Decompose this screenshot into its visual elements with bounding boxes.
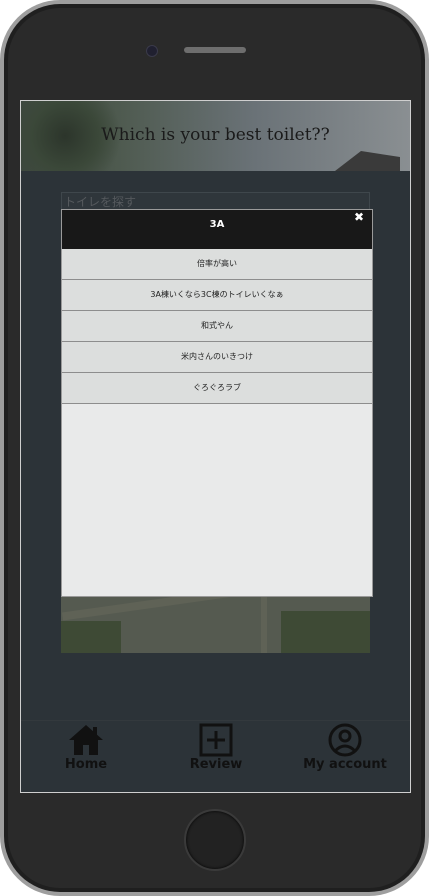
camera-icon — [146, 45, 158, 57]
modal-title: 3A — [209, 219, 225, 230]
review-list: 倍率が高い 3A棟いくなら3C棟のトイレいくなぁ 和式やん 米内さんのいきつけ … — [62, 249, 372, 404]
nav-home-label: Home — [64, 757, 108, 772]
nav-account-label: My account — [303, 757, 387, 772]
page-title: Which is your best toilet?? — [101, 125, 330, 145]
speaker-grill — [184, 47, 246, 53]
toilet-detail-modal: 3A ✖ 倍率が高い 3A棟いくなら3C棟のトイレいくなぁ 和式やん 米内さんの… — [61, 209, 373, 597]
plus-square-icon — [199, 723, 233, 757]
list-item[interactable]: 倍率が高い — [62, 249, 372, 280]
bottom-nav: Home Review My account — [21, 720, 410, 792]
list-item[interactable]: 和式やん — [62, 311, 372, 342]
home-button[interactable] — [184, 809, 246, 871]
close-icon[interactable]: ✖ — [354, 210, 364, 224]
home-icon — [69, 725, 103, 755]
list-item[interactable]: 米内さんのいきつけ — [62, 342, 372, 373]
search-input[interactable]: トイレを探す — [61, 192, 370, 210]
hero-banner: Which is your best toilet?? — [21, 101, 410, 171]
modal-header: 3A ✖ — [62, 210, 372, 249]
app-screen: Which is your best toilet?? トイレを探す 3A ✖ … — [20, 100, 411, 793]
list-item[interactable]: ぐろぐろラブ — [62, 373, 372, 404]
phone-frame: Which is your best toilet?? トイレを探す 3A ✖ … — [0, 0, 429, 896]
nav-review-label: Review — [189, 757, 243, 772]
nav-home[interactable]: Home — [26, 723, 146, 772]
roof-image — [335, 151, 400, 171]
user-circle-icon — [328, 723, 362, 757]
nav-review[interactable]: Review — [156, 723, 276, 772]
nav-account[interactable]: My account — [285, 723, 405, 772]
list-item[interactable]: 3A棟いくなら3C棟のトイレいくなぁ — [62, 280, 372, 311]
